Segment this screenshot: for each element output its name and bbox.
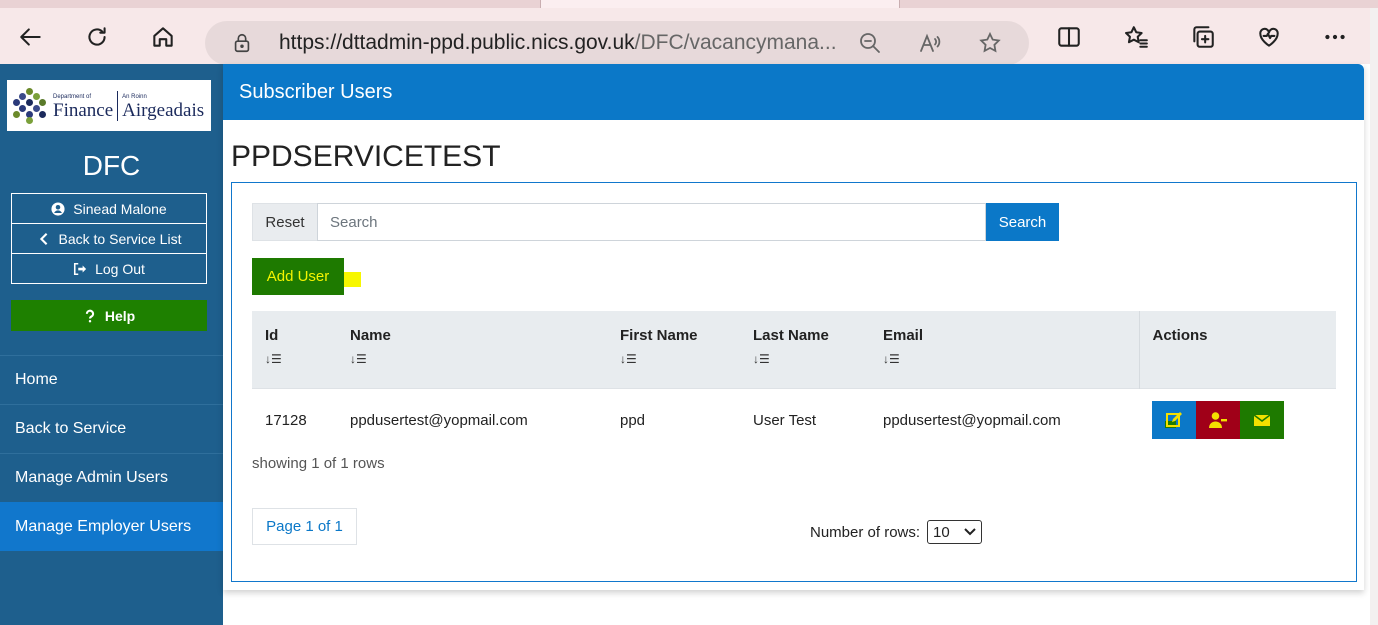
department-logo: Department of Finance An Roinn Airgeadai… [7, 80, 211, 131]
rows-summary: showing 1 of 1 rows [252, 455, 385, 472]
cell-name: ppdusertest@yopmail.com [337, 387, 607, 452]
column-name-label: Name [350, 327, 391, 344]
email-user-button[interactable] [1240, 401, 1284, 440]
column-header-name[interactable]: Name ↓☰ [337, 311, 607, 388]
browser-essentials-icon[interactable] [1252, 20, 1286, 54]
edit-icon [1165, 412, 1182, 429]
sidebar-nav: Home Back to Service Manage Admin Users … [0, 355, 223, 551]
cell-id: 17128 [252, 387, 337, 452]
page-title: PPDSERVICETEST [231, 140, 501, 173]
rows-per-page-label: Number of rows: [810, 523, 921, 541]
highlight-marker [344, 272, 361, 287]
search-button[interactable]: Search [986, 203, 1059, 241]
sort-icon[interactable]: ↓☰ [753, 352, 870, 366]
remove-user-button[interactable] [1196, 401, 1240, 440]
url-path: /DFC/vacancymana... [634, 31, 837, 54]
table-row: 17128 ppdusertest@yopmail.com ppd User T… [252, 387, 1336, 452]
table-header-row: Id ↓☰ Name ↓☰ First Name ↓☰ Last Name ↓☰ Ema… [252, 311, 1336, 388]
rows-per-page: Number of rows: 10 [810, 520, 983, 544]
row-actions [1152, 401, 1336, 440]
rows-per-page-select[interactable]: 10 [927, 520, 983, 544]
user-minus-icon [1209, 412, 1227, 429]
more-menu-icon[interactable] [1318, 20, 1352, 54]
sort-icon[interactable]: ↓☰ [883, 352, 1139, 366]
users-table-container: Reset Search Add User Id ↓☰ Name ↓☰ First … [231, 182, 1357, 582]
chevron-down-icon [964, 528, 976, 536]
nav-item-home[interactable]: Home [0, 355, 223, 404]
url-text[interactable]: https://dttadmin-ppd.public.nics.gov.uk/… [279, 31, 849, 55]
tab-strip [0, 0, 1378, 8]
column-actions-label: Actions [1152, 327, 1208, 344]
help-button[interactable]: Help [11, 300, 207, 331]
panel-header: Subscriber Users [223, 64, 1364, 120]
split-screen-icon[interactable] [1052, 20, 1086, 54]
home-icon[interactable] [146, 20, 180, 54]
content-panel: Subscriber Users PPDSERVICETEST Reset Se… [223, 64, 1364, 590]
user-name-label: Sinead Malone [73, 200, 167, 217]
sort-icon[interactable]: ↓☰ [350, 352, 607, 366]
sort-icon[interactable]: ↓☰ [265, 352, 337, 366]
user-profile-button[interactable]: Sinead Malone [11, 193, 207, 224]
search-input[interactable] [317, 203, 986, 241]
address-bar[interactable]: https://dttadmin-ppd.public.nics.gov.uk/… [205, 21, 1029, 65]
logout-label: Log Out [95, 260, 145, 277]
chevron-left-icon [39, 232, 47, 245]
read-aloud-icon[interactable] [918, 31, 944, 57]
search-toolbar: Reset Search [252, 203, 1059, 241]
page-scrollbar[interactable] [1370, 8, 1378, 625]
cell-last-name: User Test [740, 387, 870, 452]
pagination-page[interactable]: Page 1 of 1 [252, 508, 357, 545]
column-header-id[interactable]: Id ↓☰ [252, 311, 337, 388]
column-id-label: Id [265, 327, 279, 344]
user-circle-icon [51, 201, 65, 216]
back-to-service-list-label: Back to Service List [58, 230, 182, 247]
envelope-icon [1253, 414, 1271, 427]
column-email-label: Email [883, 327, 924, 344]
cell-first-name: ppd [607, 387, 740, 452]
nav-item-manage-employer-users[interactable]: Manage Employer Users [0, 502, 223, 551]
back-to-service-list-button[interactable]: Back to Service List [11, 223, 207, 254]
rows-per-page-value: 10 [933, 523, 950, 541]
zoom-out-icon[interactable] [858, 31, 884, 57]
nav-item-manage-admin-users[interactable]: Manage Admin Users [0, 453, 223, 502]
column-header-actions: Actions [1138, 311, 1336, 388]
favorite-star-icon[interactable] [978, 31, 1004, 57]
question-icon [85, 309, 94, 322]
column-header-last-name[interactable]: Last Name ↓☰ [740, 311, 870, 388]
column-first-name-label: First Name [620, 327, 698, 344]
sign-out-icon [74, 262, 87, 275]
url-host: https://dttadmin-ppd.public.nics.gov.uk [279, 31, 635, 54]
nav-item-back-to-service[interactable]: Back to Service [0, 404, 223, 453]
lock-icon[interactable] [231, 32, 253, 54]
logo-irish-big: Airgeadais [122, 99, 205, 121]
reset-button[interactable]: Reset [252, 203, 317, 241]
sidebar: Department of Finance An Roinn Airgeadai… [0, 64, 223, 625]
logo-dept-big: Finance [53, 99, 114, 121]
browser-toolbar: https://dttadmin-ppd.public.nics.gov.uk/… [0, 8, 1378, 65]
column-header-first-name[interactable]: First Name ↓☰ [607, 311, 740, 388]
help-label: Help [104, 307, 136, 324]
back-arrow-icon[interactable] [14, 20, 48, 54]
cell-email: ppdusertest@yopmail.com [870, 387, 1139, 452]
users-table: Id ↓☰ Name ↓☰ First Name ↓☰ Last Name ↓☰ Ema… [252, 311, 1336, 452]
cell-actions [1139, 387, 1336, 452]
logo-emblem-icon [13, 87, 47, 124]
main-content: Subscriber Users PPDSERVICETEST Reset Se… [223, 64, 1365, 625]
collections-icon[interactable] [1186, 20, 1220, 54]
edit-user-button[interactable] [1152, 401, 1196, 440]
active-tab[interactable] [540, 0, 900, 8]
sidebar-title: DFC [82, 150, 141, 181]
favorites-icon[interactable] [1119, 20, 1153, 54]
column-last-name-label: Last Name [753, 327, 829, 344]
sort-icon[interactable]: ↓☰ [620, 352, 740, 366]
refresh-icon[interactable] [80, 20, 114, 54]
column-header-email[interactable]: Email ↓☰ [870, 311, 1139, 388]
add-user-button[interactable]: Add User [252, 258, 344, 295]
logout-button[interactable]: Log Out [11, 253, 207, 284]
